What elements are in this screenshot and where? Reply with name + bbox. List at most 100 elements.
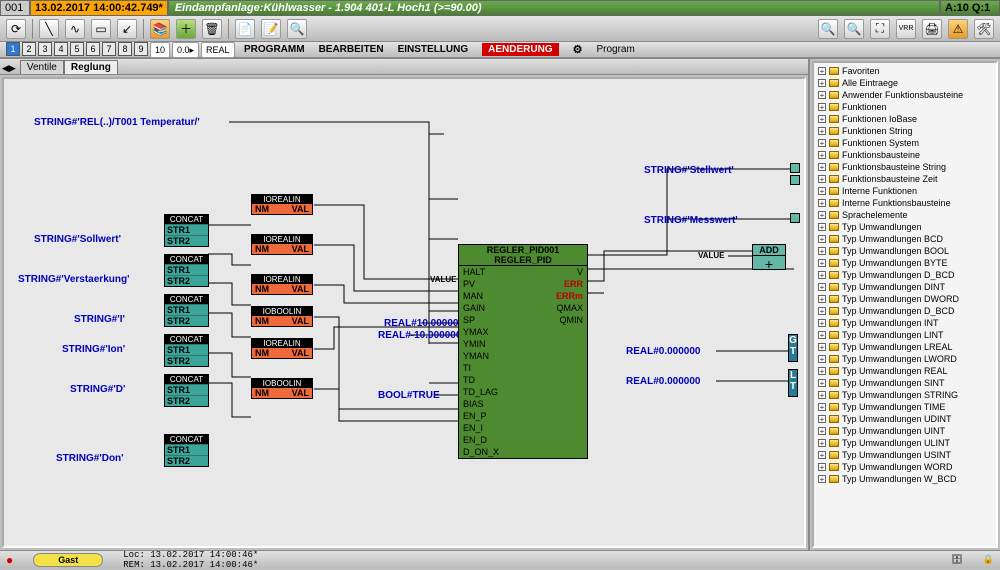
tree-node[interactable]: +Funktionsbausteine: [818, 149, 994, 161]
ioboolin-block-2[interactable]: IOBOOLIN NMVAL: [251, 378, 313, 399]
tree-node[interactable]: +Typ Umwandlungen BOOL: [818, 245, 994, 257]
expand-icon[interactable]: +: [818, 415, 826, 423]
tree-node[interactable]: +Funktionen: [818, 101, 994, 113]
expand-icon[interactable]: +: [818, 175, 826, 183]
expand-icon[interactable]: +: [818, 451, 826, 459]
expand-icon[interactable]: +: [818, 187, 826, 195]
curve-tool[interactable]: ∿: [65, 19, 85, 39]
page-5-button[interactable]: 5: [70, 42, 84, 56]
expand-icon[interactable]: +: [818, 271, 826, 279]
page-3-button[interactable]: 3: [38, 42, 52, 56]
menu-aenderung[interactable]: AENDERUNG: [482, 43, 558, 56]
value-pill[interactable]: 0.0▸: [172, 42, 199, 58]
expand-icon[interactable]: +: [818, 307, 826, 315]
expand-icon[interactable]: +: [818, 247, 826, 255]
expand-icon[interactable]: +: [818, 91, 826, 99]
print-button[interactable]: 🖨: [922, 19, 942, 39]
concat-block-3[interactable]: CONCAT STR1 STR2: [164, 294, 209, 327]
tree-node[interactable]: +Typ Umwandlungen W_BCD: [818, 473, 994, 485]
expand-icon[interactable]: +: [818, 463, 826, 471]
diagram-canvas[interactable]: STRING#'REL(..)/T001 Temperatur/' STRING…: [2, 77, 806, 548]
expand-icon[interactable]: +: [818, 199, 826, 207]
tree-node[interactable]: +Typ Umwandlungen SINT: [818, 377, 994, 389]
tree-node[interactable]: +Typ Umwandlungen DINT: [818, 281, 994, 293]
partial-block-g[interactable]: GT: [788, 334, 798, 362]
tree-node[interactable]: +Anwender Funktionsbausteine: [818, 89, 994, 101]
expand-icon[interactable]: +: [818, 331, 826, 339]
tree-node[interactable]: +Typ Umwandlungen D_BCD: [818, 269, 994, 281]
terminal-3[interactable]: [790, 213, 800, 223]
tree-node[interactable]: +Funktionsbausteine String: [818, 161, 994, 173]
tree-node[interactable]: +Typ Umwandlungen REAL: [818, 365, 994, 377]
terminal-2[interactable]: [790, 175, 800, 185]
tab-ventile[interactable]: Ventile: [20, 60, 64, 74]
tree-node[interactable]: +Funktionen String: [818, 125, 994, 137]
expand-icon[interactable]: +: [818, 127, 826, 135]
menu-bearbeiten[interactable]: BEARBEITEN: [319, 44, 384, 55]
menu-einstellung[interactable]: EINSTELLUNG: [398, 44, 469, 55]
page-9-button[interactable]: 9: [134, 42, 148, 56]
tree-node[interactable]: +Typ Umwandlungen: [818, 221, 994, 233]
box-tool[interactable]: ▭: [91, 19, 111, 39]
expand-icon[interactable]: +: [818, 223, 826, 231]
tree-node[interactable]: +Typ Umwandlungen ULINT: [818, 437, 994, 449]
tree-node[interactable]: +Interne Funktionen: [818, 185, 994, 197]
search-button[interactable]: 🔍: [287, 19, 307, 39]
expand-icon[interactable]: +: [818, 163, 826, 171]
notes-button[interactable]: 📝: [261, 19, 281, 39]
page-7-button[interactable]: 7: [102, 42, 116, 56]
expand-icon[interactable]: +: [818, 259, 826, 267]
tree-node[interactable]: +Funktionen IoBase: [818, 113, 994, 125]
expand-icon[interactable]: +: [818, 439, 826, 447]
concat-block-1[interactable]: CONCAT STR1 STR2: [164, 214, 209, 247]
tree-node[interactable]: +Sprachelemente: [818, 209, 994, 221]
document-button[interactable]: 📄: [235, 19, 255, 39]
tree-node[interactable]: +Typ Umwandlungen LINT: [818, 329, 994, 341]
tree-node[interactable]: +Typ Umwandlungen INT: [818, 317, 994, 329]
expand-icon[interactable]: +: [818, 115, 826, 123]
iorealin-block-4[interactable]: IOREALIN NMVAL: [251, 338, 313, 359]
library-tree[interactable]: +Favoriten+Alle Eintraege+Anwender Funkt…: [812, 61, 998, 548]
iorealin-block-2[interactable]: IOREALIN NMVAL: [251, 234, 313, 255]
tree-node[interactable]: +Typ Umwandlungen TIME: [818, 401, 994, 413]
page-2-button[interactable]: 2: [22, 42, 36, 56]
tree-node[interactable]: +Alle Eintraege: [818, 77, 994, 89]
count-pill[interactable]: 10: [150, 42, 170, 58]
tree-node[interactable]: +Typ Umwandlungen D_BCD: [818, 305, 994, 317]
add-button[interactable]: ＋: [176, 19, 196, 39]
page-4-button[interactable]: 4: [54, 42, 68, 56]
concat-block-4[interactable]: CONCAT STR1 STR2: [164, 334, 209, 367]
expand-icon[interactable]: +: [818, 211, 826, 219]
warn-button[interactable]: ⚠: [948, 19, 968, 39]
tree-node[interactable]: +Favoriten: [818, 65, 994, 77]
tree-node[interactable]: +Typ Umwandlungen DWORD: [818, 293, 994, 305]
concat-block-2[interactable]: CONCAT STR1 STR2: [164, 254, 209, 287]
refresh-button[interactable]: ⟳: [6, 19, 26, 39]
page-1-button[interactable]: 1: [6, 42, 20, 56]
expand-icon[interactable]: +: [818, 391, 826, 399]
expand-icon[interactable]: +: [818, 103, 826, 111]
type-pill[interactable]: REAL: [201, 42, 235, 58]
iorealin-block-3[interactable]: IOREALIN NMVAL: [251, 274, 313, 295]
expand-icon[interactable]: +: [818, 319, 826, 327]
delete-button[interactable]: 🗑: [202, 19, 222, 39]
iorealin-block-1[interactable]: IOREALIN NMVAL: [251, 194, 313, 215]
expand-icon[interactable]: +: [818, 67, 826, 75]
expand-icon[interactable]: +: [818, 235, 826, 243]
tree-node[interactable]: +Typ Umwandlungen BCD: [818, 233, 994, 245]
tree-node[interactable]: +Typ Umwandlungen LWORD: [818, 353, 994, 365]
tree-node[interactable]: +Typ Umwandlungen USINT: [818, 449, 994, 461]
tree-node[interactable]: +Typ Umwandlungen BYTE: [818, 257, 994, 269]
partial-block-l[interactable]: LT: [788, 369, 798, 397]
expand-icon[interactable]: +: [818, 295, 826, 303]
expand-icon[interactable]: +: [818, 343, 826, 351]
concat-block-6[interactable]: CONCAT STR1 STR2: [164, 434, 209, 467]
zoom-in-button[interactable]: 🔍: [818, 19, 838, 39]
expand-icon[interactable]: +: [818, 427, 826, 435]
tree-node[interactable]: +Typ Umwandlungen STRING: [818, 389, 994, 401]
fit-button[interactable]: ⛶: [870, 19, 890, 39]
tree-node[interactable]: +Typ Umwandlungen UINT: [818, 425, 994, 437]
expand-icon[interactable]: +: [818, 283, 826, 291]
expand-icon[interactable]: +: [818, 139, 826, 147]
expand-icon[interactable]: +: [818, 151, 826, 159]
